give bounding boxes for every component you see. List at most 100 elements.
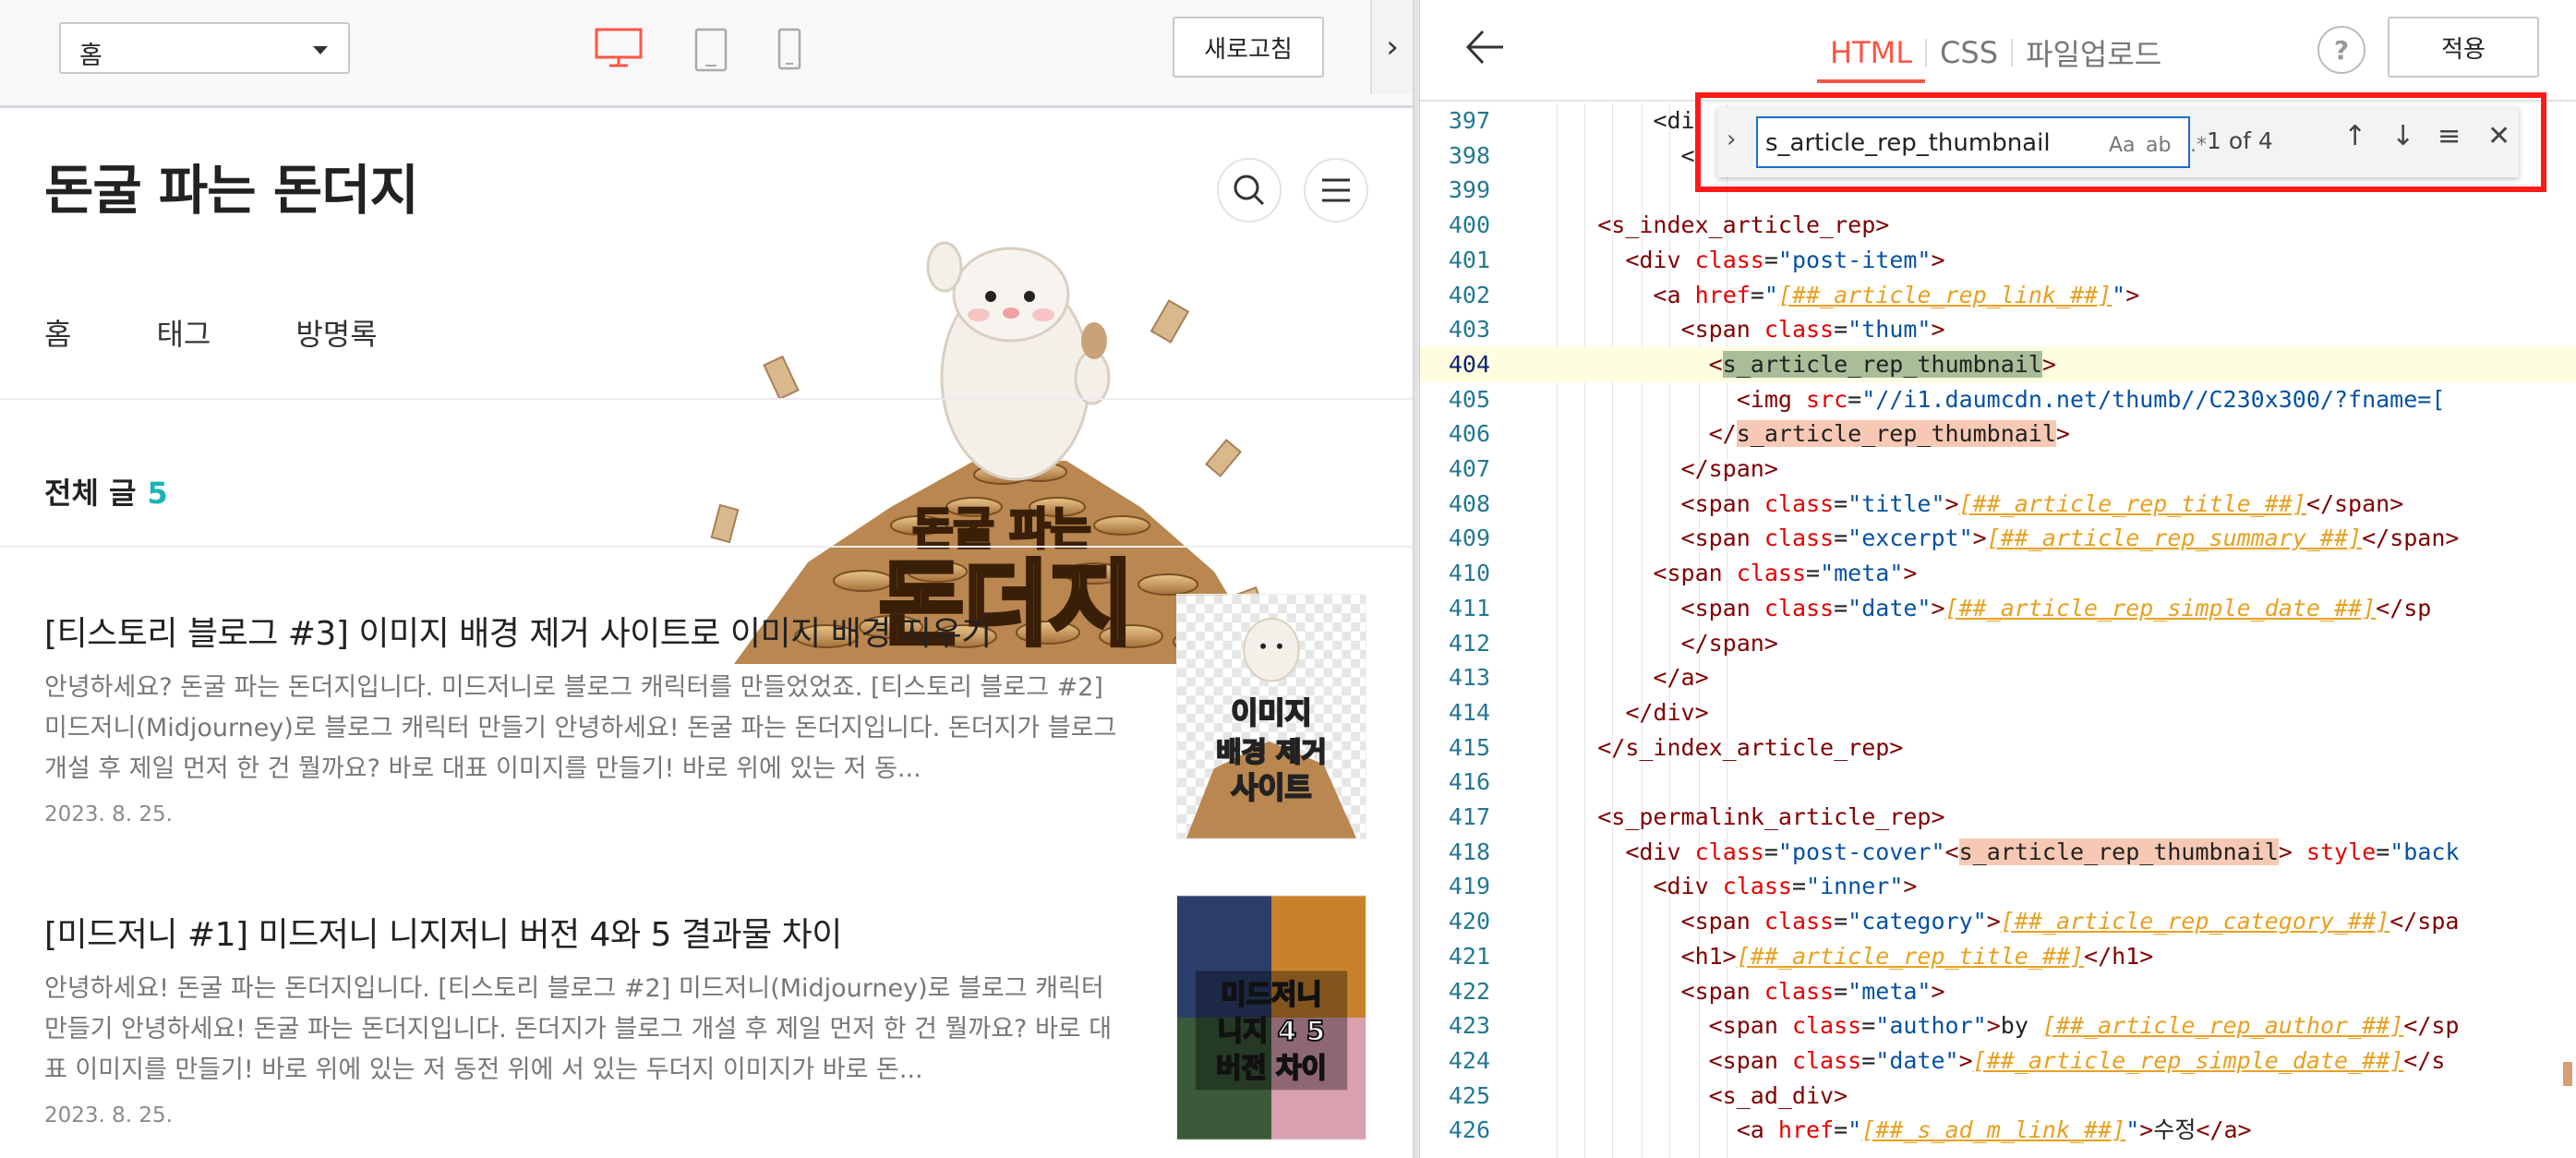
code-line[interactable]: 414 </div>	[1420, 695, 2576, 730]
code-token: "date"	[1848, 594, 1932, 621]
refresh-button[interactable]: 새로고침	[1173, 17, 1324, 78]
page-select-dropdown[interactable]: 홈	[59, 22, 350, 74]
thumb-text: 사이트	[1231, 772, 1311, 805]
tab-file-upload[interactable]: 파일업로드	[2013, 31, 2174, 74]
code-editor[interactable]: 397 <di 398 <399 400 <s_index_article_rep>…	[1420, 103, 2576, 1158]
code-line[interactable]: 402 <a href="[##_article_rep_link_##]">	[1420, 278, 2576, 313]
code-text: </span>	[1542, 626, 1778, 661]
apply-button[interactable]: 적용	[2388, 17, 2539, 78]
code-line[interactable]: 404 <s_article_rep_thumbnail>	[1420, 346, 2576, 382]
menu-button[interactable]	[1304, 158, 1368, 223]
line-number: 418	[1448, 838, 1490, 865]
code-line[interactable]: 400 <s_index_article_rep>	[1420, 208, 2576, 243]
preview-toolbar: 홈 새로고침 ›	[0, 0, 1413, 108]
code-line[interactable]: 423 <span class="author">by [##_article_…	[1420, 1008, 2576, 1043]
collapse-preview-handle[interactable]: ›	[1370, 0, 1413, 94]
nav-item-home[interactable]: 홈	[44, 311, 71, 354]
code-token: =	[1834, 977, 1848, 1005]
line-number: 410	[1448, 560, 1490, 587]
search-match: s_article_rep_thumbnail	[1722, 350, 2042, 378]
blog-title[interactable]: 돈굴 파는 돈더지	[44, 147, 419, 224]
code-token: class	[1763, 908, 1835, 935]
code-token: <span	[1680, 489, 1751, 517]
code-token: "post-item"	[1777, 246, 1932, 273]
desktop-view-icon[interactable]	[595, 28, 643, 68]
code-line[interactable]: 418 <div class="post-cover"<s_article_re…	[1420, 835, 2576, 870]
code-line[interactable]: 417 <s_permalink_article_rep>	[1420, 800, 2576, 835]
code-line[interactable]: 421 <h1>[##_article_rep_title_##]</h1>	[1420, 939, 2576, 974]
code-line[interactable]: 408 <span class="title">[##_article_rep_…	[1420, 487, 2576, 522]
code-line[interactable]: 401 <div class="post-item">	[1420, 243, 2576, 278]
code-line[interactable]: 413 </a>	[1420, 660, 2576, 695]
code-text: <s_article_rep_thumbnail>	[1542, 347, 2056, 382]
code-token: <	[1708, 350, 1723, 378]
code-line[interactable]: 403 <span class="thum">	[1420, 312, 2576, 347]
search-button[interactable]	[1217, 158, 1282, 223]
hamburger-menu-icon	[1322, 178, 1350, 202]
code-line[interactable]: 405 <img src="//i1.daumcdn.net/thumb//C2…	[1420, 382, 2576, 417]
post-thumbnail[interactable]: 이미지 배경 제거 사이트	[1176, 594, 1366, 839]
code-line[interactable]: 424 <span class="date">[##_article_rep_s…	[1420, 1043, 2576, 1079]
tablet-view-icon[interactable]	[694, 28, 728, 72]
mobile-view-icon[interactable]	[777, 28, 801, 70]
code-token: =	[2376, 838, 2390, 865]
code-token: [##_article_rep_title_##]	[1736, 942, 2085, 970]
code-text: </s_article_rep_thumbnail>	[1542, 416, 2070, 452]
nav-item-guestbook[interactable]: 방명록	[295, 311, 377, 354]
code-token: =	[1806, 560, 1821, 587]
code-line[interactable]: 407 </span>	[1420, 452, 2576, 487]
code-token: "//i1.daumcdn.net/thumb//C230x300/?fname…	[1861, 385, 2446, 413]
code-line[interactable]: 410 <span class="meta">	[1420, 556, 2576, 591]
code-line[interactable]: 406 </s_article_rep_thumbnail>	[1420, 416, 2576, 452]
code-token: "inner"	[1806, 873, 1904, 900]
tab-css[interactable]: CSS	[1927, 35, 2011, 70]
code-token: </div>	[1625, 698, 1709, 726]
code-line[interactable]: 420 <span class="category">[##_article_r…	[1420, 904, 2576, 939]
code-line[interactable]: 412 </span>	[1420, 626, 2576, 661]
code-token: class	[1694, 246, 1764, 273]
code-token: </span>	[2305, 489, 2404, 517]
code-text: <div class="inner">	[1542, 869, 1917, 904]
code-text: <s_index_article_rep>	[1542, 208, 1889, 243]
code-token: <span	[1680, 977, 1751, 1005]
code-token: >	[1986, 1012, 2001, 1040]
code-line[interactable]: 422 <span class="meta">	[1420, 974, 2576, 1009]
post-excerpt: 안녕하세요! 돈굴 파는 돈더지입니다. [티스토리 블로그 #2] 미드저니(…	[44, 974, 1113, 1084]
back-arrow-icon[interactable]	[1463, 24, 1509, 70]
post-thumbnail[interactable]: 미드저니 니지 4 5 버전 차이	[1176, 895, 1366, 1140]
code-line[interactable]: 409 <span class="excerpt">[##_article_re…	[1420, 521, 2576, 556]
line-number: 407	[1448, 455, 1490, 482]
post-title[interactable]: [미드저니 #1] 미드저니 니지저니 버전 4와 5 결과물 차이	[44, 908, 842, 956]
thumb-text: 버전 차이	[1216, 1052, 1327, 1084]
tab-html[interactable]: HTML	[1817, 35, 1926, 83]
thumb-text: 미드저니	[1221, 979, 1321, 1011]
code-line[interactable]: 411 <span class="date">[##_article_rep_s…	[1420, 591, 2576, 626]
pane-splitter[interactable]	[1413, 0, 1420, 1158]
code-line[interactable]: 419 <div class="inner">	[1420, 869, 2576, 904]
line-number: 421	[1448, 942, 1490, 970]
code-line[interactable]: 415 </s_index_article_rep>	[1420, 730, 2576, 766]
code-token: [##_article_rep_simple_date_##]	[1944, 594, 2377, 621]
editor-toolbar: HTML CSS 파일업로드 ? 적용	[1420, 0, 2576, 102]
code-token: >	[2055, 420, 2070, 448]
code-text: <	[1542, 139, 1695, 174]
code-token: "date"	[1875, 1046, 1959, 1074]
code-line[interactable]: 426 <a href="[##_s_ad_m_link_##]">수정</a>	[1420, 1113, 2576, 1148]
nav-item-tag[interactable]: 태그	[156, 311, 211, 354]
code-token: <h1>	[1680, 942, 1737, 970]
post-title[interactable]: [티스토리 블로그 #3] 이미지 배경 제거 사이트로 이미지 배경 지우기	[44, 607, 992, 655]
code-line[interactable]: 425 <s_ad_div>	[1420, 1079, 2576, 1114]
help-icon[interactable]: ?	[2317, 26, 2365, 74]
code-token: =	[1791, 873, 1807, 900]
code-line[interactable]: 416	[1420, 765, 2576, 800]
code-token: </sp	[2376, 594, 2432, 621]
